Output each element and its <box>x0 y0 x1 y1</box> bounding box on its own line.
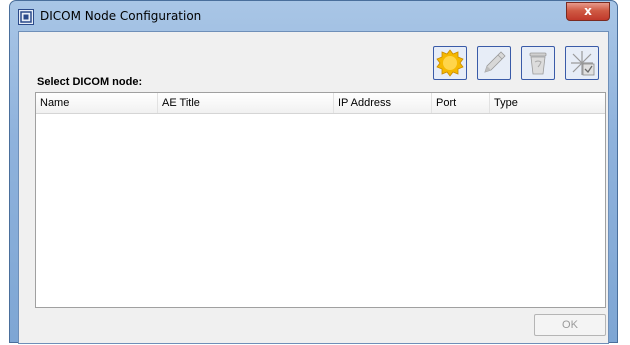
dialog-content: Select DICOM node: Name AE Title IP Addr… <box>18 31 609 344</box>
select-node-label: Select DICOM node: <box>37 76 143 88</box>
seal-badge-icon <box>436 49 464 77</box>
window-title: DICOM Node Configuration <box>40 9 202 23</box>
column-header-port[interactable]: Port <box>432 93 490 113</box>
column-header-ae-title[interactable]: AE Title <box>158 93 334 113</box>
add-node-button[interactable] <box>433 46 467 80</box>
column-header-type[interactable]: Type <box>490 93 605 113</box>
pencil-icon <box>484 51 506 73</box>
column-header-name[interactable]: Name <box>36 93 158 113</box>
title-bar[interactable]: DICOM Node Configuration x <box>10 1 617 31</box>
dicom-node-table[interactable]: Name AE Title IP Address Port Type <box>35 92 606 308</box>
ok-button[interactable]: OK <box>534 314 606 336</box>
dialog-window: DICOM Node Configuration x Select DICOM … <box>9 0 618 344</box>
table-header: Name AE Title IP Address Port Type <box>36 93 605 114</box>
column-header-ip-address[interactable]: IP Address <box>334 93 432 113</box>
verify-node-button[interactable] <box>565 46 599 80</box>
edit-node-button[interactable] <box>477 46 511 80</box>
network-check-icon <box>571 51 595 76</box>
trash-bin-icon <box>529 52 547 75</box>
close-button[interactable]: x <box>566 2 610 21</box>
app-icon <box>18 9 34 25</box>
delete-node-button[interactable] <box>521 46 555 80</box>
